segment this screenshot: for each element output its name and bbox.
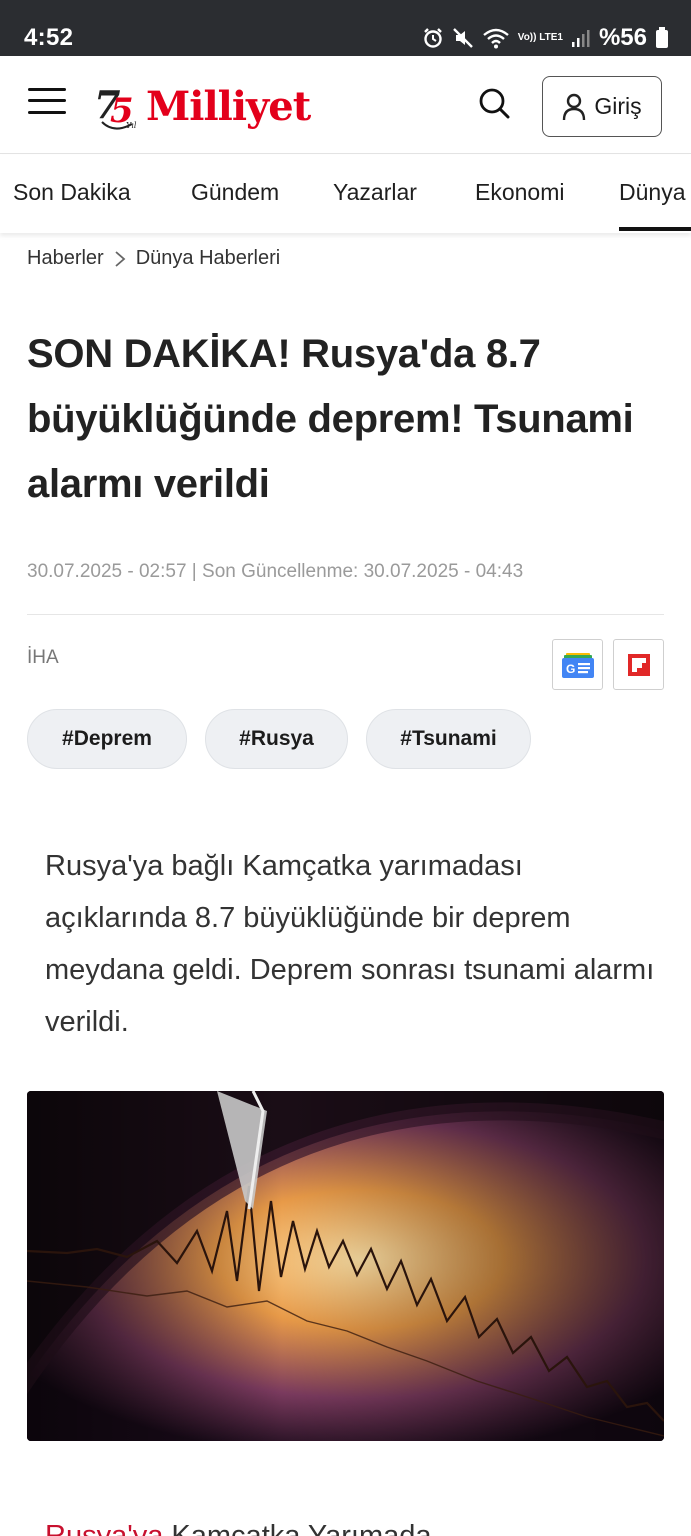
tab-yazarlar[interactable]: Yazarlar <box>333 179 417 206</box>
tab-son-dakika[interactable]: Son Dakika <box>13 179 131 206</box>
mute-icon <box>452 28 473 48</box>
milliyet-logo[interactable]: 7 5 Yıl Milliyet <box>92 76 311 136</box>
article-dateline: 30.07.2025 - 02:57 | Son Güncellenme: 30… <box>27 561 524 582</box>
article-source: İHA <box>27 647 59 668</box>
category-nav: Son Dakika Gündem Yazarlar Ekonomi Dünya <box>0 155 691 233</box>
article-title: SON DAKİKA! Rusya'da 8.7 büyüklüğünde de… <box>27 332 634 506</box>
article-body-next-line: Rusya'ya Kamçatka Yarımada <box>45 1520 431 1536</box>
user-icon <box>563 93 586 120</box>
login-button[interactable]: Giriş <box>542 76 662 137</box>
login-label: Giriş <box>594 93 642 119</box>
body-text-fragment: Kamçatka Yarımada <box>163 1520 432 1536</box>
tag-rusya[interactable]: #Rusya <box>205 709 348 769</box>
signal-icon <box>571 30 590 47</box>
tab-gundem[interactable]: Gündem <box>191 179 279 206</box>
svg-text:Yıl: Yıl <box>126 121 137 130</box>
battery-icon <box>656 27 668 48</box>
anniversary-75-icon: 7 5 Yıl <box>92 78 142 134</box>
search-icon <box>479 88 510 119</box>
article-hero-image[interactable] <box>27 1091 664 1441</box>
search-button[interactable] <box>477 86 513 122</box>
google-news-icon: G <box>561 652 594 678</box>
tag-deprem[interactable]: #Deprem <box>27 709 187 769</box>
body-link-rusya[interactable]: Rusya'ya <box>45 1520 163 1536</box>
breadcrumb: Haberler Dünya Haberleri <box>27 247 280 270</box>
divider <box>27 614 664 615</box>
status-time: 4:52 <box>24 24 74 51</box>
wifi-icon <box>482 28 509 49</box>
breadcrumb-dunya-haberleri[interactable]: Dünya Haberleri <box>136 247 281 270</box>
flipboard-button[interactable] <box>613 639 664 690</box>
tab-ekonomi[interactable]: Ekonomi <box>475 179 564 206</box>
status-icons: Vo)) LTE1 %56 <box>422 24 669 52</box>
article-lead: Rusya'ya bağlı Kamçatka yarımadası açıkl… <box>45 850 655 1038</box>
active-tab-indicator <box>619 227 691 231</box>
lte-indicator: Vo)) LTE1 <box>517 32 563 43</box>
battery-percent: %56 <box>598 24 647 51</box>
svg-text:G: G <box>566 662 575 676</box>
breadcrumb-haberler[interactable]: Haberler <box>27 247 104 270</box>
hamburger-menu-button[interactable] <box>28 86 66 116</box>
site-header: 7 5 Yıl Milliyet Giriş <box>0 56 691 154</box>
tag-tsunami[interactable]: #Tsunami <box>366 709 531 769</box>
tab-dunya[interactable]: Dünya <box>619 179 685 206</box>
flipboard-icon <box>627 653 650 676</box>
alarm-icon <box>423 28 442 48</box>
status-bar: 4:52 Vo)) LTE1 %56 <box>0 0 691 56</box>
chevron-right-icon <box>115 250 126 267</box>
google-news-button[interactable]: G <box>552 639 603 690</box>
logo-wordmark: Milliyet <box>146 82 311 130</box>
seismograph-image <box>27 1091 664 1441</box>
